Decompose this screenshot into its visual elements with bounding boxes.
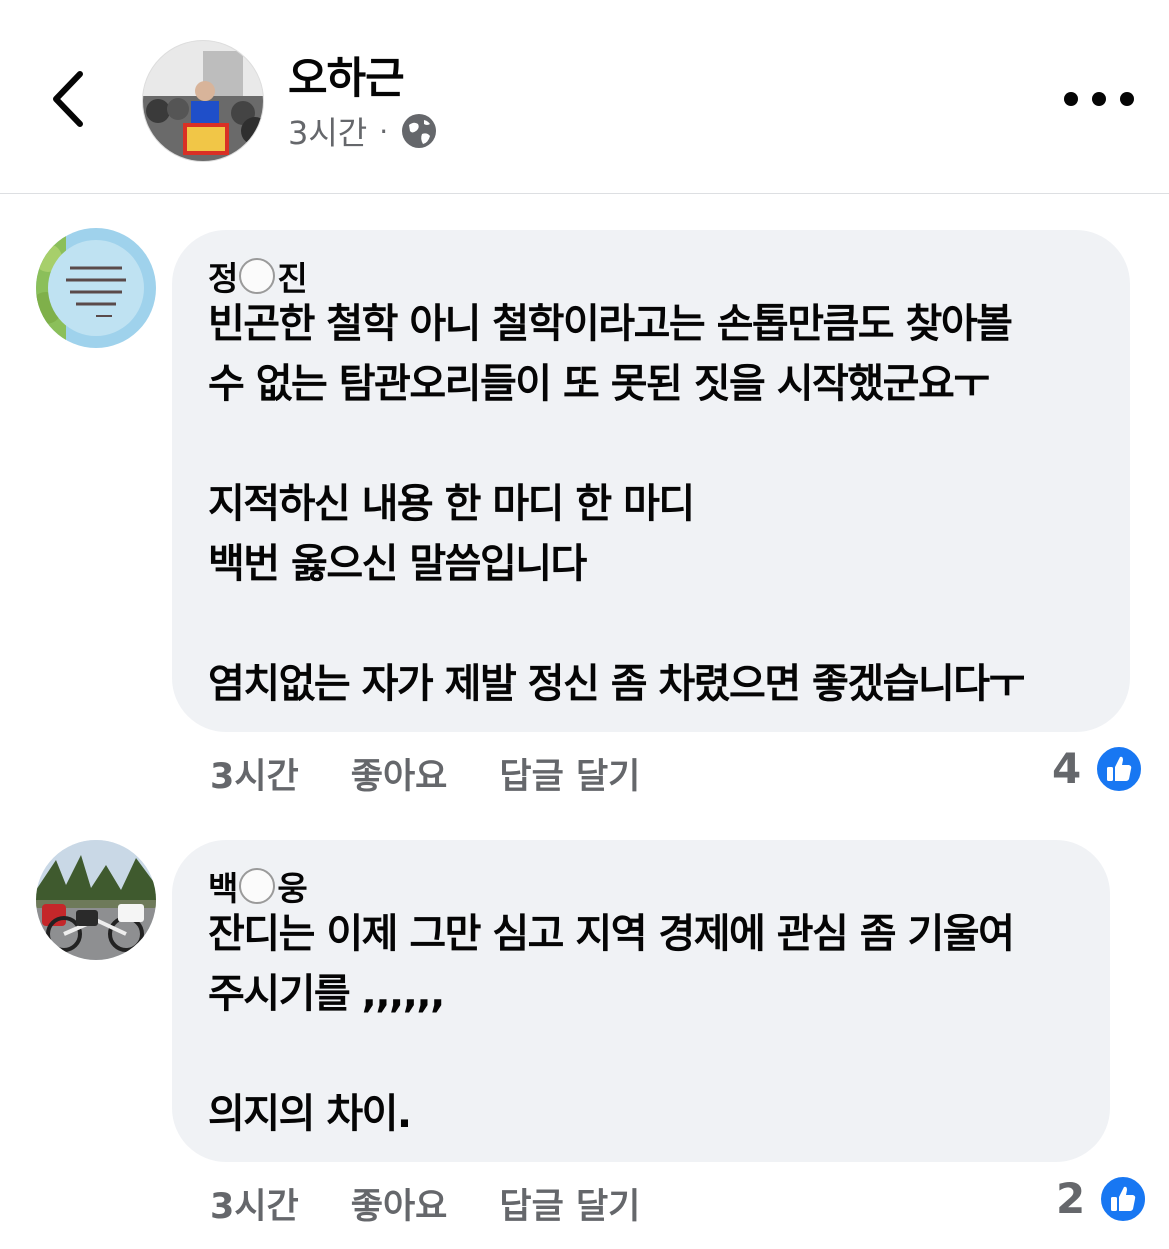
reply-button[interactable]: 답글 달기 [499,1178,640,1229]
commenter-name-end: 웅 [277,869,307,908]
like-count[interactable]: 4 [1052,744,1144,793]
like-count-value: 2 [1056,1174,1086,1223]
more-options-icon [1064,92,1078,106]
chevron-left-icon [53,71,83,127]
commenter-name-end: 진 [277,259,307,298]
commenter-name-start: 백 [208,869,238,908]
thumbs-up-icon [1095,744,1144,793]
meta-separator: · [379,114,389,148]
like-button[interactable]: 좋아요 [351,748,448,799]
reply-button[interactable]: 답글 달기 [499,748,640,799]
commenter-name[interactable]: 백 웅 [208,862,308,910]
more-dot-2 [1092,92,1106,106]
globe-icon [402,114,437,148]
comment-time: 3시간 [210,757,299,797]
commenter-avatar[interactable] [36,228,156,348]
name-mask [239,868,276,904]
more-dot-3 [1120,92,1134,106]
post-time: 3시간 [288,114,368,152]
post-header: 오하근 3시간 · [0,0,1169,194]
commenter-name-start: 정 [208,259,238,298]
author-name[interactable]: 오하근 [288,44,405,106]
comment-actions: 3시간 좋아요 답글 달기 [210,748,692,799]
comment-text: 잔디는 이제 그만 심고 지역 경제에 관심 좀 기울여 주시기를 ,,,,,,… [208,911,1015,1137]
commenter-name[interactable]: 정 진 [208,252,308,300]
comment-time: 3시간 [210,1187,299,1227]
author-avatar[interactable] [142,40,264,162]
commenter-avatar[interactable] [36,840,156,960]
back-button[interactable] [40,64,100,134]
like-count-value: 4 [1052,744,1082,793]
thumbs-up-icon [1099,1174,1148,1223]
comment-text: 빈곤한 철학 아니 철학이라고는 손톱만큼도 찾아볼 수 없는 탐관오리들이 또… [208,301,1025,707]
comment-bubble: 정 진 빈곤한 철학 아니 철학이라고는 손톱만큼도 찾아볼 수 없는 탐관오리… [172,230,1130,732]
post-meta: 3시간 · [288,108,438,154]
name-mask [239,258,276,294]
comment-bubble: 백 웅 잔디는 이제 그만 심고 지역 경제에 관심 좀 기울여 주시기를 ,,… [172,840,1110,1162]
more-options-button[interactable] [1064,86,1134,112]
like-count[interactable]: 2 [1056,1174,1148,1223]
comment-actions: 3시간 좋아요 답글 달기 [210,1178,692,1229]
like-button[interactable]: 좋아요 [351,1178,448,1229]
